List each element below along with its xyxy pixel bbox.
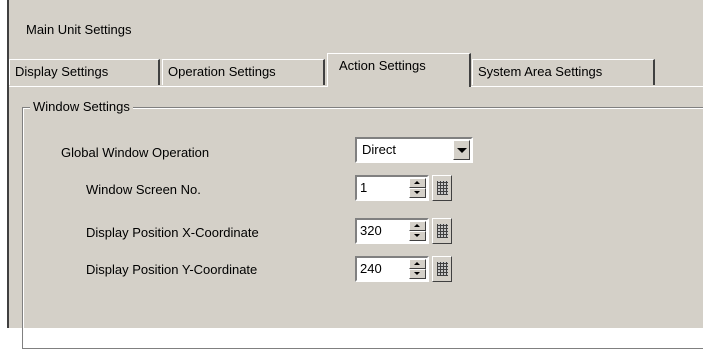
spin-down-icon[interactable] — [409, 269, 426, 279]
window-screen-no-keypad-button[interactable] — [432, 175, 452, 201]
chevron-down-icon[interactable] — [453, 140, 470, 160]
spin-down-icon[interactable] — [409, 231, 426, 241]
display-y-label: Display Position Y-Coordinate — [86, 262, 258, 277]
display-x-label: Display Position X-Coordinate — [86, 225, 259, 240]
tab-system-area-settings[interactable]: System Area Settings — [472, 59, 655, 85]
keypad-icon — [437, 262, 448, 276]
keypad-icon — [437, 181, 448, 195]
spin-up-icon[interactable] — [409, 259, 426, 269]
display-y-input[interactable]: 240 — [355, 256, 429, 282]
display-x-value: 320 — [360, 223, 382, 238]
display-y-value: 240 — [360, 261, 382, 276]
spin-up-icon[interactable] — [409, 221, 426, 231]
window-screen-no-value: 1 — [360, 180, 368, 195]
window-settings-group-label: Window Settings — [30, 99, 133, 115]
spin-up-icon[interactable] — [409, 178, 426, 188]
global-window-operation-select[interactable]: Direct — [355, 137, 473, 163]
tab-strip: Display Settings Operation Settings Acti… — [9, 51, 703, 87]
global-window-operation-label: Global Window Operation — [61, 145, 210, 160]
tab-display-settings[interactable]: Display Settings — [9, 59, 160, 85]
display-y-keypad-button[interactable] — [432, 256, 452, 282]
keypad-icon — [437, 224, 448, 238]
global-window-operation-value: Direct — [362, 142, 396, 157]
tab-action-settings[interactable]: Action Settings — [327, 53, 471, 87]
panel-title: Main Unit Settings — [26, 22, 132, 37]
display-x-input[interactable]: 320 — [355, 218, 429, 244]
spin-down-icon[interactable] — [409, 188, 426, 198]
left-margin — [0, 0, 7, 328]
window-screen-no-label: Window Screen No. — [86, 182, 201, 197]
window-screen-no-input[interactable]: 1 — [355, 175, 429, 201]
display-x-keypad-button[interactable] — [432, 218, 452, 244]
tab-operation-settings[interactable]: Operation Settings — [162, 59, 325, 85]
